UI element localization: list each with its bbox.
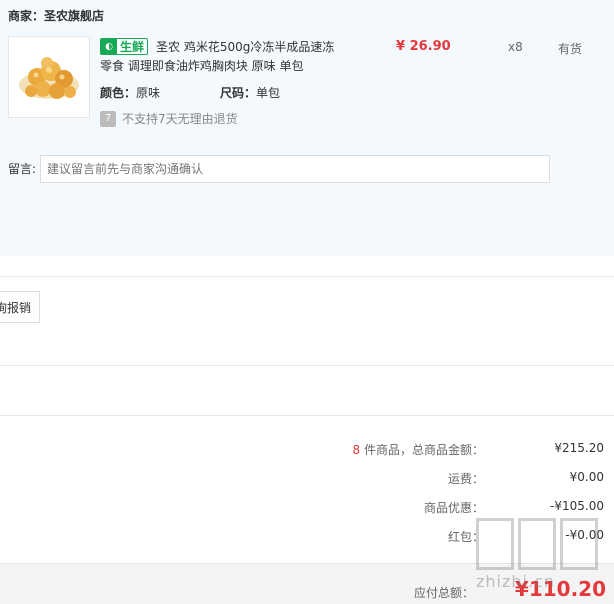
message-input[interactable] [40, 155, 550, 183]
fresh-badge: ◐ 生鲜 [100, 38, 149, 55]
goods-count-label: 8 件商品，总商品金额： [353, 441, 484, 458]
discount-value: -¥105.00 [550, 499, 604, 513]
store-label: 商家： [8, 9, 45, 23]
payable-amount: ¥110.20 [514, 577, 606, 601]
no-return-icon: 7 [100, 110, 116, 127]
product-price: ¥ 26.90 [396, 39, 451, 54]
color-label: 颜色： [100, 86, 137, 100]
stock-status: 有货 [558, 42, 583, 56]
payable-label: 应付总额： [413, 586, 474, 600]
shipping-label: 运费： [447, 472, 484, 486]
summary-goods-total: 8 件商品，总商品金额： ¥215.20 [204, 441, 604, 461]
summary-redpacket: 红包： -¥0.00 [204, 528, 604, 548]
color-value: 原味 [136, 86, 161, 100]
product-thumbnail[interactable] [8, 36, 90, 118]
store-name[interactable]: 商家：圣农旗舰店 [8, 7, 104, 24]
payment-bar: 应付总额： ¥110.20 [0, 563, 614, 604]
color-attribute: 颜色：原味 [100, 84, 160, 101]
divider [0, 415, 614, 416]
redpacket-label: 红包： [447, 530, 484, 544]
goods-total-value: ¥215.20 [554, 441, 604, 455]
shipping-value: ¥0.00 [569, 470, 604, 484]
size-attribute: 尺码：单包 [220, 84, 280, 101]
summary-shipping: 运费： ¥0.00 [204, 470, 604, 490]
summary-discount: 商品优惠： -¥105.00 [204, 499, 604, 519]
return-policy-text: 不支持7天无理由退货 [122, 112, 238, 126]
return-policy: 7 不支持7天无理由退货 [100, 110, 238, 127]
order-item-panel: 商家：圣农旗舰店 圣农 鸡米花500g冷冻半成品速冻零食 调理即食油炸鸡胸肉块 … [0, 0, 614, 256]
redpacket-value: -¥0.00 [565, 528, 604, 542]
discount-label: 商品优惠： [423, 501, 484, 515]
product-quantity: x8 [508, 40, 523, 54]
fresh-icon: ◐ [101, 39, 117, 54]
invoice-button[interactable]: 询报销 [0, 291, 40, 323]
fresh-badge-text: 生鲜 [120, 40, 145, 54]
message-label: 留言: [8, 162, 37, 176]
size-value: 单包 [256, 86, 281, 100]
popcorn-chicken-image [9, 37, 89, 117]
divider [0, 365, 614, 366]
size-label: 尺码： [220, 86, 257, 100]
item-count-suffix: 件商品，总商品金额： [360, 443, 484, 457]
store-name-text: 圣农旗舰店 [44, 9, 105, 23]
divider [0, 276, 614, 277]
